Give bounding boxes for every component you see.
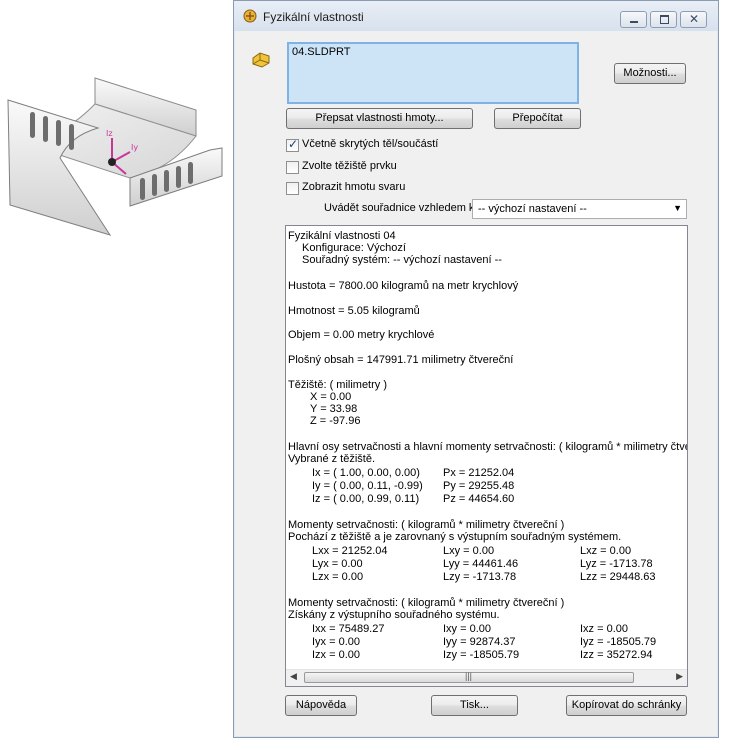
moments-cog-subtitle: Pochází z těžiště a je zarovnaný s výstu… [288,531,622,543]
moments-output-subtitle: Získány z výstupního souřadného systému. [288,609,500,621]
moment-iyz: Iyz = -18505.79 [580,636,657,648]
selected-items-list[interactable]: 04.SLDPRT [287,42,579,104]
results-header: Fyzikální vlastnosti 04 [288,230,396,242]
part-icon [250,48,272,73]
help-button[interactable]: Nápověda [285,695,357,716]
scrollbar-thumb[interactable]: ||| [304,671,634,683]
moment-lzz: Lzz = 29448.63 [580,571,656,583]
app-icon [242,8,258,27]
maximize-button[interactable] [650,11,677,28]
coordinate-system-dropdown[interactable]: -- výchozí nastavení -- ▼ [472,199,687,219]
checkbox-box[interactable] [286,182,299,195]
coordinate-system-value: -- výchozí nastavení -- [478,203,587,215]
moment-izy: Izy = -18505.79 [443,649,520,661]
checkbox-label: Zobrazit hmotu svaru [302,181,406,193]
moment-izz: Izz = 35272.94 [580,649,653,661]
svg-text:Iy: Iy [131,143,138,152]
moment-lzx: Lzx = 0.00 [312,571,364,583]
coord-system-line: Souřadný systém: -- výchozí nastavení -- [302,254,502,266]
moment-lxz: Lxz = 0.00 [580,545,632,557]
maximize-icon [660,15,669,24]
principal-axes-subtitle: Vybrané z těžiště. [288,453,376,465]
surface-area-line: Plošný obsah = 147991.71 milimetry čtver… [288,354,514,366]
moment-lxy: Lxy = 0.00 [443,545,495,557]
principal-moment-pz: Pz = 44654.60 [443,493,515,505]
scroll-left-arrow-icon[interactable]: ◀ [290,671,297,682]
checkbox-box[interactable] [286,161,299,174]
moment-iyy: Iyy = 92874.37 [443,636,516,648]
minimize-icon [630,21,638,23]
physical-properties-dialog: Fyzikální vlastnosti ✕ 04.SLDPRT Možnost… [233,0,719,738]
moment-ixy: Ixy = 0.00 [443,623,492,635]
selected-file[interactable]: 04.SLDPRT [292,46,351,58]
close-icon: ✕ [689,12,700,26]
moment-lxx: Lxx = 21252.04 [312,545,388,557]
override-mass-button[interactable]: Přepsat vlastnosti hmoty... [286,108,473,129]
moments-output-title: Momenty setrvačnosti: ( kilogramů * mili… [288,597,565,609]
checkbox-label: Včetně skrytých těl/součástí [302,138,439,150]
dropdown-arrow-icon[interactable]: ▼ [673,203,682,213]
moment-lyy: Lyy = 44461.46 [443,558,519,570]
moment-lzy: Lzy = -1713.78 [443,571,517,583]
options-button[interactable]: Možnosti... [614,63,686,84]
scroll-right-arrow-icon[interactable]: ▶ [676,671,683,682]
principal-moment-py: Py = 29255.48 [443,480,515,492]
grip-icon: ||| [465,671,473,681]
principal-axis-iy: Iy = ( 0.00, 0.11, -0.99) [312,480,423,492]
moment-lyz: Lyz = -1713.78 [580,558,653,570]
principal-axis-ix: Ix = ( 1.00, 0.00, 0.00) [312,467,420,479]
density-line: Hustota = 7800.00 kilogramů na metr kryc… [288,280,519,292]
moment-izx: Izx = 0.00 [312,649,361,661]
principal-moment-px: Px = 21252.04 [443,467,515,479]
volume-line: Objem = 0.00 metry krychlové [288,329,435,341]
print-button[interactable]: Tisk... [431,695,518,716]
results-content: Fyzikální vlastnosti 04 Konfigurace: Výc… [288,228,687,670]
cog-z: Z = -97.96 [310,415,361,427]
mass-line: Hmotnost = 5.05 kilogramů [288,305,420,317]
moment-iyx: Iyx = 0.00 [312,636,361,648]
close-button[interactable]: ✕ [680,11,707,28]
svg-text:Iz: Iz [106,129,113,138]
checkbox-box[interactable]: ✓ [286,137,299,152]
moment-lyx: Lyx = 0.00 [312,558,363,570]
moment-ixx: Ixx = 75489.27 [312,623,385,635]
minimize-button[interactable] [620,11,647,28]
cog-y: Y = 33.98 [310,403,358,415]
part-3d-view: Iz Iy [7,77,223,236]
principal-axis-iz: Iz = ( 0.00, 0.99, 0.11) [312,493,420,505]
configuration-line: Konfigurace: Výchozí [302,242,406,254]
title-bar[interactable]: Fyzikální vlastnosti ✕ [234,1,718,31]
check-mark-icon: ✓ [288,137,299,151]
window-title: Fyzikální vlastnosti [263,10,364,24]
results-text-box[interactable]: Fyzikální vlastnosti 04 Konfigurace: Výc… [285,225,688,687]
coordinate-system-label: Uvádět souřadnice vzhledem k: [324,202,478,214]
checkbox-label: Zvolte těžiště prvku [302,160,397,172]
recalculate-button[interactable]: Přepočítat [494,108,581,129]
moments-cog-title: Momenty setrvačnosti: ( kilogramů * mili… [288,519,565,531]
center-of-mass-title: Těžiště: ( milimetry ) [288,379,387,391]
moment-ixz: Ixz = 0.00 [580,623,629,635]
principal-axes-title: Hlavní osy setrvačnosti a hlavní momenty… [288,441,687,453]
cog-x: X = 0.00 [310,391,352,403]
horizontal-scrollbar[interactable]: ◀ ||| ▶ [286,669,687,686]
copy-to-clipboard-button[interactable]: Kopírovat do schránky [566,695,687,716]
